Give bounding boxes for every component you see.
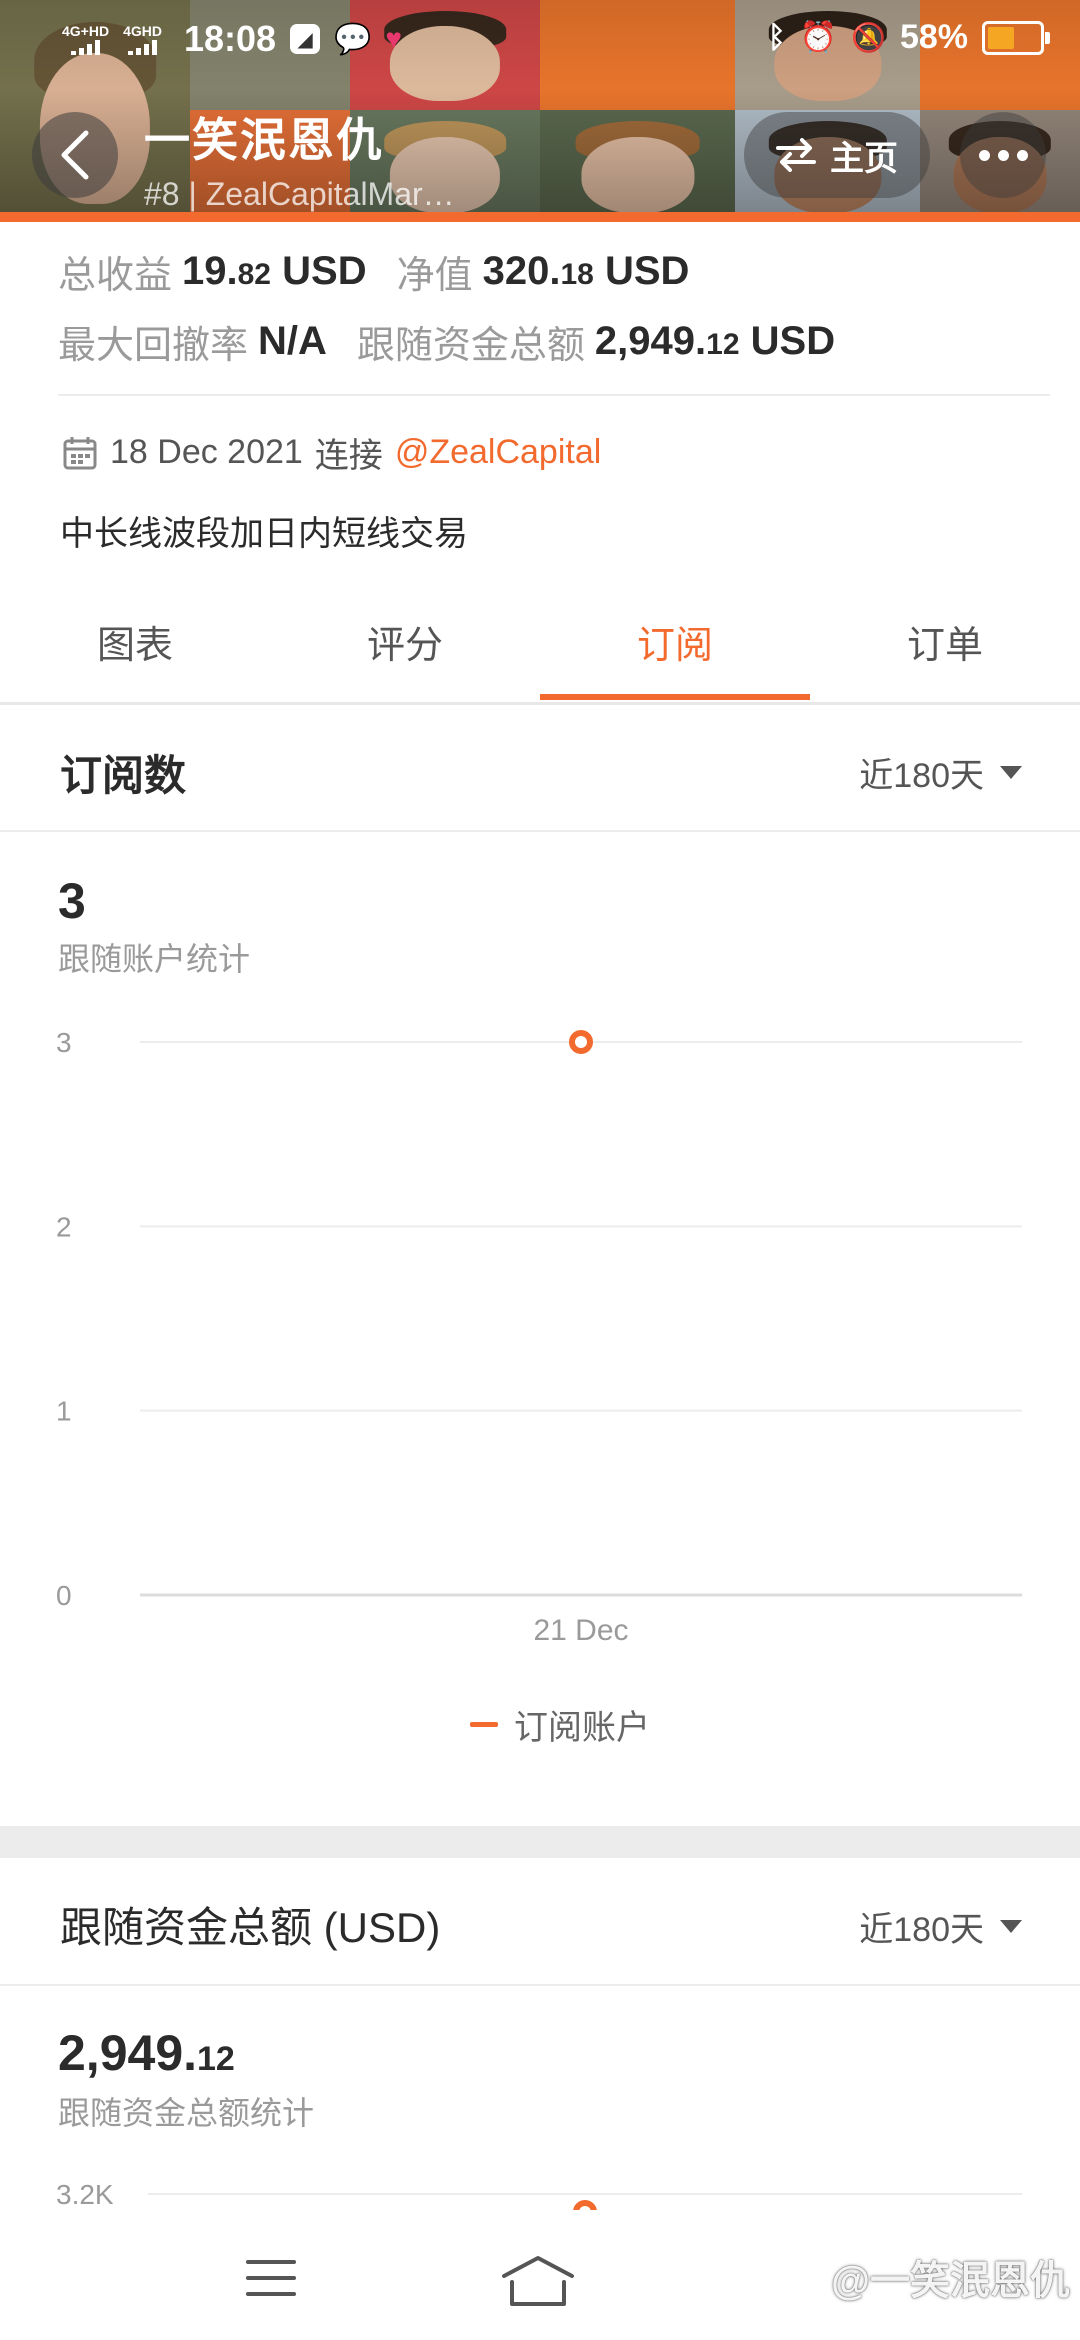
more-dots-icon [978,149,990,161]
recent-apps-button[interactable] [246,2260,296,2308]
follow-funds-total: 2,949.12 [58,2025,235,2081]
subscriptions-range-label: 近180天 [859,757,984,795]
legend-label: 订阅账户 [514,1709,650,1747]
follow-funds-label: 跟随资金总额 [356,324,585,367]
strategy-description: 中长线波段加日内短线交易 [60,515,468,553]
home-nav-button[interactable] [500,2254,576,2310]
caret-down-icon [1000,766,1022,779]
watermark: @一笑泯恩仇 [830,2259,1070,2303]
send-icon: ◢ [290,24,321,54]
system-nav-bar: @一笑泯恩仇 [0,2210,1080,2340]
alarm-icon: ⏰ [799,21,838,54]
menu-icon [246,2260,296,2264]
y-tick-label: 3 [56,1027,72,1058]
follow-funds-value: 2,949.12 USD [594,318,836,363]
header-accent-bar [0,212,1080,222]
profile-tabs: 图表 评分 订阅 订单 [0,600,1080,702]
subscriptions-total: 3 [58,873,86,929]
mute-bell-icon: 🔕 [851,22,886,53]
x-tick-label: 21 Dec [533,1614,628,1647]
follow-funds-title: 跟随资金总额 (USD) [60,1904,441,1951]
profile-name: 一笑泯恩仇 [144,114,384,166]
battery-icon [982,20,1050,55]
status-bar: 4G+HD 4GHD 18:08 ◢ 💬 ♥ ᛒ ⏰ 🔕 58% [0,0,1080,80]
back-button[interactable] [32,112,118,198]
section-divider [0,1984,1080,1986]
tab-orders[interactable]: 订单 [810,600,1080,702]
home-button[interactable]: 主页 [744,112,930,198]
section-separator [0,1826,1080,1858]
subscriptions-range-dropdown[interactable]: 近180天 [859,748,1022,797]
tabs-divider [0,702,1080,705]
tab-rating[interactable]: 评分 [270,600,540,702]
net-value-label: 净值 [396,254,473,297]
section-divider [0,830,1080,832]
network-indicator-1: 4G+HD [62,23,109,55]
max-drawdown-value: N/A [258,318,327,363]
subscriptions-legend: 订阅账户 [470,1700,650,1749]
subscriptions-caption: 跟随账户统计 [58,941,251,977]
follow-funds-range-dropdown[interactable]: 近180天 [859,1902,1022,1951]
connection-date: 18 Dec 2021 [110,433,303,471]
heart-app-icon: ♥ [385,23,403,54]
caret-down-icon [1000,1920,1022,1933]
y-tick-label: 0 [56,1580,72,1611]
total-profit-value: 19.82 USD [182,248,367,293]
calendar-icon [63,436,97,469]
follow-funds-range-label: 近180天 [859,1911,984,1949]
profile-rank-account: #8 | ZealCapitalMar… [144,176,455,212]
connection-info: 18 Dec 2021 连接 @ZealCapital [62,428,601,477]
battery-percent: 58% [899,18,968,56]
network-indicator-2: 4GHD [123,23,162,55]
performance-stats: 总收益 19.82 USD 净值 320.18 USD 最大回撤率 N/A 跟随… [58,236,1048,376]
chat-bubble-icon: 💬 [334,22,372,56]
connection-handle-link[interactable]: @ZealCapital [395,433,602,472]
chevron-left-icon [61,130,89,180]
follow-funds-caption: 跟随资金总额统计 [58,2095,315,2131]
y-tick-label: 2 [56,1211,72,1242]
more-options-button[interactable] [960,112,1046,198]
subscriptions-chart-svg: 0 1 2 3 21 Dec [56,1027,1022,1647]
bluetooth-icon: ᛒ [767,20,786,54]
total-profit-label: 总收益 [58,254,173,297]
stats-divider [58,394,1050,396]
subscriptions-title: 订阅数 [60,752,187,799]
legend-swatch [470,1722,498,1727]
tab-subscriptions[interactable]: 订阅 [540,600,810,702]
max-drawdown-label: 最大回撤率 [58,324,249,367]
y-tick-label: 3.2K [56,2179,114,2210]
net-value-value: 320.18 USD [482,248,690,293]
tab-chart[interactable]: 图表 [0,600,270,702]
status-time: 18:08 [183,18,277,59]
subscriptions-chart: 0 1 2 3 21 Dec [0,1000,1080,1680]
profile-title: 一笑泯恩仇 #8 | ZealCapitalMar… [144,104,455,213]
home-button-label: 主页 [830,139,898,178]
connection-verb: 连接 [314,437,383,475]
data-point [569,1030,593,1054]
swap-arrows-icon [776,138,816,172]
y-tick-label: 1 [56,1396,72,1427]
